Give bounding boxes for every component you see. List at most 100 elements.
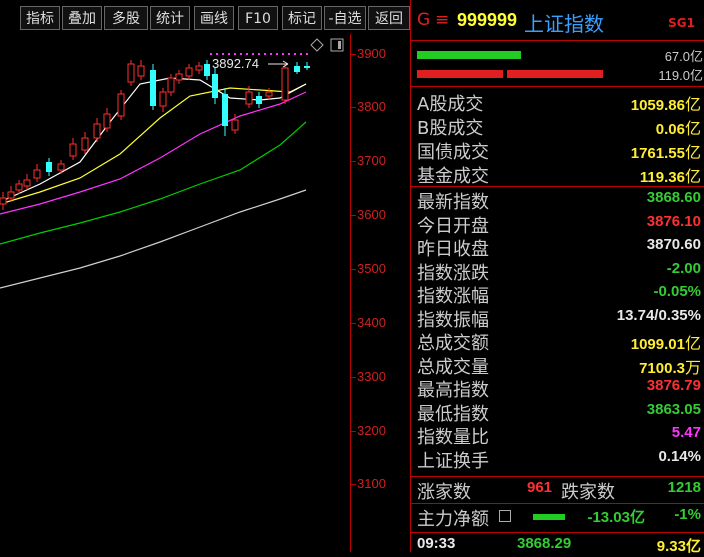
candle-body [0, 197, 7, 205]
turnover-unit: 亿 [684, 145, 701, 162]
stat-value: 1099.01亿 [631, 330, 701, 354]
turnover-row: 国债成交 1761.55亿 [411, 138, 704, 163]
candle-body [256, 96, 262, 104]
list-icon[interactable] [499, 510, 511, 522]
group-prefix[interactable]: G [417, 10, 430, 30]
remove-watchlist-button[interactable]: -自选 [324, 6, 366, 30]
draw-line-button[interactable]: 画线 [194, 6, 234, 30]
divider [411, 86, 704, 87]
stat-row: 总成交额 1099.01亿 [411, 329, 704, 354]
stat-value: 13.74/0.35% [617, 307, 701, 325]
candle-body [7, 191, 15, 199]
tick-mark [351, 377, 356, 378]
candle-body [231, 119, 239, 131]
chart-toolbar: 指标 叠加 多股 统计 画线 F10 标记 -自选 返回 [0, 6, 410, 32]
divider [411, 40, 704, 41]
main-force-label: 主力净额 [417, 509, 489, 530]
stat-number: 0.14% [658, 447, 701, 465]
stock-code: 999999 [457, 10, 518, 30]
turnover-label: 基金成交 [417, 166, 489, 187]
stat-label: 最低指数 [417, 403, 489, 425]
stat-number: 7100.3 [639, 359, 685, 377]
candle-body [212, 74, 218, 98]
peak-label: 3892.74 [212, 56, 259, 71]
stat-value: 7100.3万 [639, 354, 701, 378]
y-tick-label: 3700 [357, 153, 386, 168]
indicator-button[interactable]: 指标 [20, 6, 60, 30]
stat-value: 3863.05 [647, 401, 701, 419]
y-tick-label: 3200 [357, 423, 386, 438]
tick-mark [351, 54, 356, 55]
turnover-unit: 亿 [684, 169, 701, 186]
stat-unit: 亿 [684, 336, 701, 353]
kline-svg: 3892.74 [0, 53, 310, 289]
multi-stock-button[interactable]: 多股 [104, 6, 148, 30]
stat-number: 3868.60 [646, 189, 701, 206]
menu-icon[interactable]: ≡ [435, 10, 449, 30]
up-volume-value: 67.0亿 [664, 49, 703, 64]
up-count-value: 961 [527, 479, 553, 496]
main-force-row[interactable]: 主力净额 -13.03亿 -1% [411, 505, 704, 530]
f10-button[interactable]: F10 [238, 6, 278, 30]
main-force-value: -13.03亿 [587, 509, 645, 526]
candle-body [175, 73, 183, 81]
candle-body [294, 66, 300, 72]
down-volume-value: 119.0亿 [658, 68, 703, 83]
stock-name: 上证指数 [524, 12, 604, 36]
candle-body [185, 67, 193, 77]
main-force-pct: -1% [674, 506, 701, 523]
stat-number: -2.00 [666, 259, 701, 277]
candle-body [93, 123, 101, 139]
window-toggle-icon[interactable] [330, 38, 344, 52]
candle-body [265, 91, 273, 97]
kline-chart[interactable]: 3892.74 [0, 34, 350, 552]
candle-body [117, 93, 125, 117]
back-button[interactable]: 返回 [368, 6, 410, 30]
quote-header: G ≡ 999999 上证指数 SG1 [411, 6, 704, 36]
candle-body [281, 67, 289, 101]
turnover-number: 0.06 [655, 121, 685, 138]
stat-row: 昨日收盘 3870.60 [411, 235, 704, 260]
overlay-button[interactable]: 叠加 [62, 6, 102, 30]
statistics-button[interactable]: 统计 [150, 6, 190, 30]
stat-unit: 万 [684, 359, 701, 377]
divider [411, 186, 704, 187]
stat-number: 3863.05 [646, 400, 701, 418]
stat-row: 上证换手 0.14% [411, 447, 704, 472]
mark-button[interactable]: 标记 [282, 6, 322, 30]
candle-body [69, 143, 77, 157]
stat-value: 3876.79 [647, 377, 701, 395]
candle-body [137, 65, 145, 77]
down-count-label: 跌家数 [561, 482, 615, 503]
stat-label: 指数振幅 [417, 309, 489, 331]
down-volume-bar-a [417, 70, 503, 78]
candle-body [304, 66, 310, 68]
stat-value: 0.14% [658, 448, 701, 466]
sg-badge[interactable]: SG1 [668, 16, 695, 30]
divider [411, 503, 704, 504]
turnover-row: B股成交 0.06亿 [411, 114, 704, 139]
stat-value: 5.47 [672, 424, 701, 442]
turnover-unit: 亿 [684, 97, 701, 114]
y-tick-label: 3600 [357, 207, 386, 222]
turnover-number: 119.36 [639, 169, 685, 186]
stat-number: 3870.60 [646, 236, 701, 253]
turnover-value: 1059.86亿 [631, 91, 701, 115]
turnover-row: A股成交 1059.86亿 [411, 90, 704, 115]
candle-body [81, 137, 89, 151]
turnover-value: 0.06亿 [656, 115, 701, 139]
turnover-value: 119.36亿 [640, 163, 701, 187]
candle-body [127, 63, 135, 83]
down-volume-bar-b [507, 70, 603, 78]
tick-mark [351, 484, 356, 485]
stat-label: 昨日收盘 [417, 239, 489, 260]
diamond-icon[interactable] [310, 38, 324, 52]
stat-value: -0.05% [653, 283, 701, 301]
price-axis: 3900 3800 3700 3600 3500 3400 3300 3200 … [350, 34, 411, 552]
stat-value: -2.00 [667, 260, 701, 278]
ma20-line [0, 91, 307, 215]
stat-row: 最新指数 3868.60 [411, 188, 704, 213]
turnover-number: 1761.55 [630, 145, 685, 162]
market-breadth-row: 涨家数 961 跌家数 1218 [411, 478, 704, 503]
stat-number: -0.05% [653, 283, 701, 300]
